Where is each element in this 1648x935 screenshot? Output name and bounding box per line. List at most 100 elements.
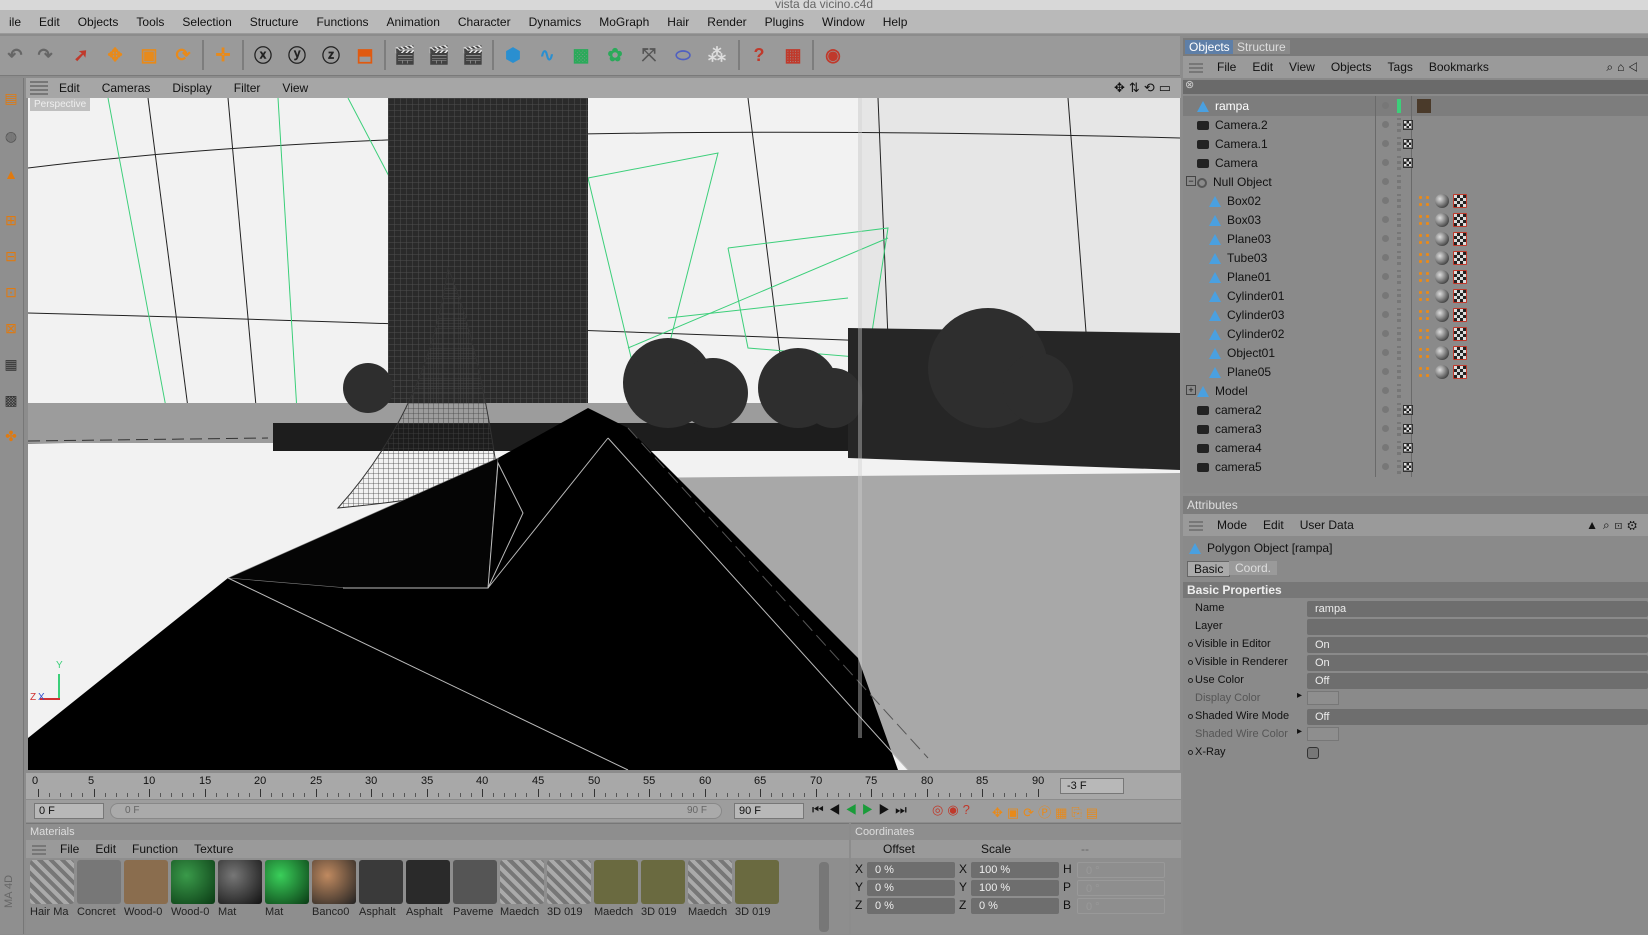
attribute-value-field[interactable]: Off bbox=[1307, 709, 1648, 725]
texture-tag-icon[interactable] bbox=[1417, 327, 1431, 341]
camera-tag-icon[interactable] bbox=[1403, 443, 1413, 453]
objects-menu-file[interactable]: File bbox=[1209, 60, 1244, 74]
expand-toggle-icon[interactable]: − bbox=[1186, 176, 1196, 186]
render-dot-icon[interactable] bbox=[1397, 232, 1401, 246]
expand-arrow-icon[interactable]: ▸ bbox=[1297, 690, 1302, 701]
visibility-dots-icon[interactable] bbox=[1382, 292, 1389, 299]
material-swatch[interactable] bbox=[641, 860, 685, 904]
render-dot-icon[interactable] bbox=[1397, 441, 1401, 455]
texture-tag-icon[interactable] bbox=[1417, 232, 1431, 246]
object-row[interactable]: Plane01 bbox=[1183, 267, 1648, 287]
coordinate-system-icon[interactable]: ⬒ bbox=[350, 39, 380, 71]
deformer-icon[interactable]: ⤧ bbox=[634, 39, 664, 71]
menu-selection[interactable]: Selection bbox=[173, 15, 240, 29]
objects-menu-view[interactable]: View bbox=[1281, 60, 1323, 74]
attribute-value-field[interactable] bbox=[1307, 619, 1648, 635]
menu-mograph[interactable]: MoGraph bbox=[590, 15, 658, 29]
object-row[interactable]: + Model bbox=[1183, 381, 1648, 401]
visibility-dots-icon[interactable] bbox=[1382, 140, 1389, 147]
object-mode-icon[interactable]: ▲ bbox=[1, 162, 21, 186]
checker-tag-icon[interactable] bbox=[1453, 251, 1467, 265]
texture-mode-icon[interactable]: ▩ bbox=[1, 388, 21, 412]
viewport-menu-cameras[interactable]: Cameras bbox=[91, 81, 162, 95]
texture-tag-icon[interactable] bbox=[1417, 289, 1431, 303]
material-tag-icon[interactable] bbox=[1435, 194, 1449, 208]
current-frame-field[interactable]: 0 F bbox=[34, 803, 104, 819]
menu-window[interactable]: Window bbox=[813, 15, 874, 29]
render-dot-icon[interactable] bbox=[1397, 308, 1401, 322]
menu-functions[interactable]: Functions bbox=[307, 15, 377, 29]
camera-tag-icon[interactable] bbox=[1403, 462, 1413, 472]
color-swatch[interactable] bbox=[1307, 691, 1339, 705]
menu-objects[interactable]: Objects bbox=[69, 15, 128, 29]
object-name-cell[interactable]: Plane03 bbox=[1209, 229, 1409, 249]
render-dot-icon[interactable] bbox=[1397, 384, 1401, 398]
menu-tools[interactable]: Tools bbox=[127, 15, 173, 29]
camera-tag-icon[interactable] bbox=[1403, 120, 1413, 130]
object-name-cell[interactable]: Tube03 bbox=[1209, 248, 1409, 268]
render-dot-icon[interactable] bbox=[1397, 289, 1401, 303]
object-name-cell[interactable]: Cylinder03 bbox=[1209, 305, 1409, 325]
subdivision-icon[interactable]: ▩ bbox=[566, 39, 596, 71]
render-dot-icon[interactable] bbox=[1397, 175, 1401, 189]
help-icon[interactable]: ? bbox=[744, 39, 774, 71]
objects-menu-tags[interactable]: Tags bbox=[1380, 60, 1421, 74]
animate-dot-icon[interactable] bbox=[1188, 750, 1193, 755]
render-dot-icon[interactable] bbox=[1397, 137, 1401, 151]
object-row[interactable]: Object01 bbox=[1183, 343, 1648, 363]
keyframe-buttons[interactable]: ✥▣⟳Ⓟ▦⎘▤ bbox=[992, 802, 1102, 821]
close-search-icon[interactable]: ⊗ bbox=[1185, 78, 1194, 91]
object-name-cell[interactable]: rampa bbox=[1197, 96, 1397, 116]
checker-tag-icon[interactable] bbox=[1453, 194, 1467, 208]
preferences-icon[interactable]: ▦ bbox=[778, 39, 808, 71]
attributes-menu-mode[interactable]: Mode bbox=[1209, 518, 1255, 532]
animate-dot-icon[interactable] bbox=[1188, 642, 1193, 647]
visibility-dots-icon[interactable] bbox=[1382, 235, 1389, 242]
visibility-dots-icon[interactable] bbox=[1382, 406, 1389, 413]
render-dot-icon[interactable] bbox=[1397, 99, 1401, 113]
tab-objects[interactable]: Objects bbox=[1185, 40, 1234, 54]
render-dot-icon[interactable] bbox=[1397, 213, 1401, 227]
menu-edit[interactable]: Edit bbox=[30, 15, 69, 29]
object-row[interactable]: − Null Object bbox=[1183, 172, 1648, 192]
materials-scrollbar[interactable] bbox=[819, 862, 829, 932]
material-swatch[interactable] bbox=[30, 860, 74, 904]
expand-arrow-icon[interactable]: ▸ bbox=[1297, 726, 1302, 737]
edges-mode-icon[interactable]: ⊟ bbox=[1, 244, 21, 268]
render-view-icon[interactable]: 🎬 bbox=[390, 39, 420, 71]
visibility-dots-icon[interactable] bbox=[1382, 425, 1389, 432]
visibility-dots-icon[interactable] bbox=[1382, 159, 1389, 166]
visibility-dots-icon[interactable] bbox=[1382, 178, 1389, 185]
array-icon[interactable]: ✿ bbox=[600, 39, 630, 71]
visibility-dots-icon[interactable] bbox=[1382, 311, 1389, 318]
object-name-cell[interactable]: Model bbox=[1197, 381, 1397, 401]
end-frame-field[interactable]: -3 F bbox=[1060, 778, 1124, 794]
object-row[interactable]: rampa bbox=[1183, 96, 1648, 116]
render-dot-icon[interactable] bbox=[1397, 251, 1401, 265]
checker-tag-icon[interactable] bbox=[1453, 327, 1467, 341]
object-name-cell[interactable]: Null Object bbox=[1197, 172, 1397, 192]
material-tag-icon[interactable] bbox=[1435, 346, 1449, 360]
checker-tag-icon[interactable] bbox=[1453, 365, 1467, 379]
object-name-cell[interactable]: Box02 bbox=[1209, 191, 1409, 211]
tab-structure[interactable]: Structure bbox=[1233, 40, 1290, 54]
material-tag-icon[interactable] bbox=[1435, 213, 1449, 227]
object-row[interactable]: camera3 bbox=[1183, 419, 1648, 439]
viewport-nav-icons[interactable]: ✥⇅⟲▭ bbox=[1114, 80, 1175, 96]
material-swatch[interactable] bbox=[171, 860, 215, 904]
material-swatch[interactable] bbox=[312, 860, 356, 904]
camera-tag-icon[interactable] bbox=[1403, 139, 1413, 149]
object-name-cell[interactable]: camera3 bbox=[1197, 419, 1397, 439]
material-swatch[interactable] bbox=[688, 860, 732, 904]
max-frame-field[interactable]: 90 F bbox=[734, 803, 804, 819]
material-swatch[interactable] bbox=[124, 860, 168, 904]
frame-range-slider[interactable]: 0 F 90 F bbox=[110, 803, 722, 819]
undo-icon[interactable]: ↶ bbox=[0, 39, 30, 71]
material-swatch[interactable] bbox=[735, 860, 779, 904]
texture-tag-icon[interactable] bbox=[1417, 213, 1431, 227]
object-name-cell[interactable]: Cylinder01 bbox=[1209, 286, 1409, 306]
menu-character[interactable]: Character bbox=[449, 15, 520, 29]
menu-hair[interactable]: Hair bbox=[658, 15, 698, 29]
attributes-toolbar-icons[interactable]: ▲⌕⊡⚙ bbox=[1586, 518, 1642, 533]
visibility-dots-icon[interactable] bbox=[1382, 463, 1389, 470]
